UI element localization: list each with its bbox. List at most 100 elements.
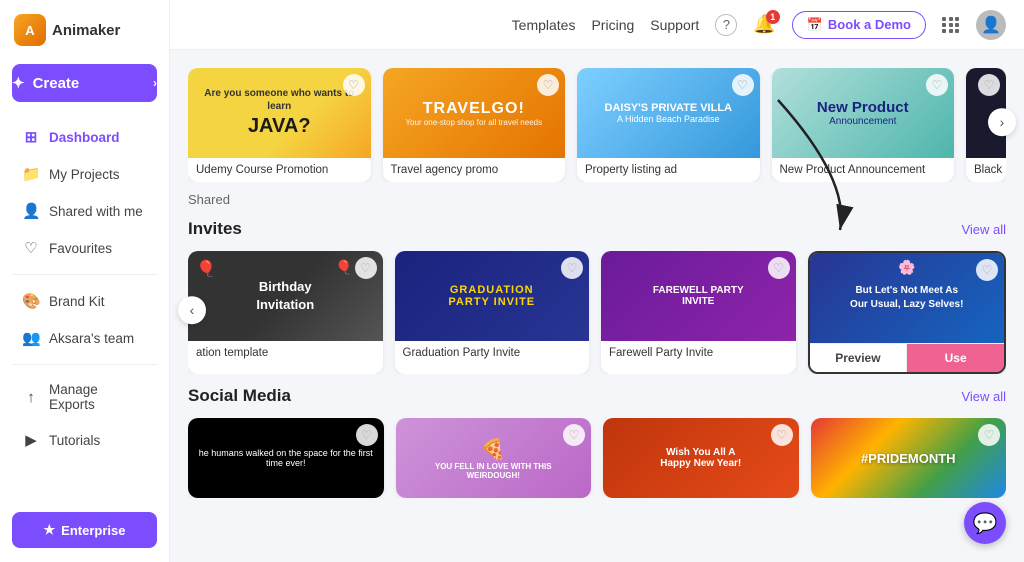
card-thumbnail: FAREWELL PARTYINVITE ♡ <box>601 251 796 341</box>
card-overlay-text: #PRIDEMONTH <box>811 418 1007 498</box>
heart-icon: ♡ <box>22 239 40 257</box>
shared-text: Shared <box>188 192 230 207</box>
chat-widget[interactable]: 💬 <box>964 502 1006 544</box>
favourite-icon[interactable]: ♡ <box>978 424 1000 446</box>
social-media-title: Social Media <box>188 386 291 406</box>
card-overlay-text: But Let's Not Meet AsOur Usual, Lazy Sel… <box>810 253 1005 343</box>
play-icon: ▶ <box>22 431 40 449</box>
sidebar-item-label: Manage Exports <box>49 382 147 412</box>
card-meetup[interactable]: But Let's Not Meet AsOur Usual, Lazy Sel… <box>808 251 1007 374</box>
social-media-view-all[interactable]: View all <box>961 389 1006 404</box>
top-templates-cards: Are you someone who wants to learnJAVA? … <box>188 68 1006 182</box>
invites-cards: BirthdayInvitation 🎈 🎈 ♡ ation template … <box>188 251 1006 374</box>
card-birthday[interactable]: BirthdayInvitation 🎈 🎈 ♡ ation template <box>188 251 383 374</box>
sidebar-item-my-projects[interactable]: 📁 My Projects <box>6 156 163 192</box>
card-label: New Product Announcement <box>772 158 955 182</box>
card-overlay-text: he humans walked on the space for the fi… <box>188 418 384 498</box>
card-pizza[interactable]: 🍕 YOU FELL IN LOVE WITH THISWEIRDOUGH! ♡ <box>396 418 592 498</box>
prev-button[interactable]: ‹ <box>178 296 206 324</box>
card-overlay-text: Wish You All AHappy New Year! <box>603 418 799 498</box>
card-graduation[interactable]: GRADUATIONPARTY INVITE ♡ Graduation Part… <box>395 251 590 374</box>
use-button[interactable]: Use <box>907 344 1004 372</box>
favourite-icon[interactable]: ♡ <box>978 74 1000 96</box>
card-overlay-text: 🍕 YOU FELL IN LOVE WITH THISWEIRDOUGH! <box>396 418 592 498</box>
team-icon: 👥 <box>22 329 40 347</box>
card-label: Graduation Party Invite <box>395 341 590 365</box>
card-overlay-text: GRADUATIONPARTY INVITE <box>395 251 590 341</box>
card-thumbnail: he humans walked on the space for the fi… <box>188 418 384 498</box>
card-thumbnail: Are you someone who wants to learnJAVA? … <box>188 68 371 158</box>
sidebar-item-shared-with-me[interactable]: 👤 Shared with me <box>6 193 163 229</box>
favourite-icon[interactable]: ♡ <box>768 257 790 279</box>
avatar[interactable]: 👤 <box>976 10 1006 40</box>
pricing-link[interactable]: Pricing <box>591 17 634 33</box>
card-property[interactable]: DAISY'S PRIVATE VILLA A Hidden Beach Par… <box>577 68 760 182</box>
card-thumbnail: TRAVELGO! Your one-stop shop for all tra… <box>383 68 566 158</box>
card-lanterns[interactable]: Wish You All AHappy New Year! ♡ <box>603 418 799 498</box>
favourite-icon[interactable]: ♡ <box>356 424 378 446</box>
card-pride[interactable]: #PRIDEMONTH ♡ <box>811 418 1007 498</box>
favourite-icon[interactable]: ♡ <box>561 257 583 279</box>
book-demo-label: Book a Demo <box>828 17 911 32</box>
card-newproduct[interactable]: New Product Announcement ♡ New Product A… <box>772 68 955 182</box>
social-media-row-wrapper: he humans walked on the space for the fi… <box>188 418 1006 498</box>
sidebar-item-favourites[interactable]: ♡ Favourites <box>6 230 163 266</box>
divider <box>12 274 157 275</box>
sidebar-item-brand-kit[interactable]: 🎨 Brand Kit <box>6 283 163 319</box>
card-thumbnail: GRADUATIONPARTY INVITE ♡ <box>395 251 590 341</box>
favourite-icon[interactable]: ♡ <box>563 424 585 446</box>
create-icon: ✦ <box>12 74 25 92</box>
star-icon: ★ <box>44 522 56 538</box>
card-space[interactable]: he humans walked on the space for the fi… <box>188 418 384 498</box>
invites-view-all[interactable]: View all <box>961 222 1006 237</box>
book-demo-button[interactable]: 📅 Book a Demo <box>792 11 926 39</box>
main-area: Templates Pricing Support ? 🔔 1 📅 Book a… <box>170 0 1024 562</box>
support-link[interactable]: Support <box>650 17 699 33</box>
templates-link[interactable]: Templates <box>512 17 576 33</box>
social-media-section-header: Social Media View all <box>188 386 1006 406</box>
favourite-icon[interactable]: ♡ <box>343 74 365 96</box>
sidebar-item-tutorials[interactable]: ▶ Tutorials <box>6 422 163 458</box>
export-icon: ↑ <box>22 389 40 406</box>
enterprise-button[interactable]: ★ Enterprise <box>12 512 157 548</box>
favourite-icon[interactable]: ♡ <box>926 74 948 96</box>
next-button[interactable]: › <box>988 108 1016 136</box>
create-button[interactable]: ✦ Create › <box>12 64 157 102</box>
sidebar-item-label: Dashboard <box>49 130 120 145</box>
favourite-icon[interactable]: ♡ <box>976 259 998 281</box>
avatar-icon: 👤 <box>981 15 1001 35</box>
card-udemy[interactable]: Are you someone who wants to learnJAVA? … <box>188 68 371 182</box>
card-farewell[interactable]: FAREWELL PARTYINVITE ♡ Farewell Party In… <box>601 251 796 374</box>
shared-section-label: Shared <box>188 190 1006 211</box>
sidebar-item-manage-exports[interactable]: ↑ Manage Exports <box>6 373 163 421</box>
topbar: Templates Pricing Support ? 🔔 1 📅 Book a… <box>170 0 1024 50</box>
sidebar-item-label: Tutorials <box>49 433 100 448</box>
sidebar-item-aksara-team[interactable]: 👥 Aksara's team <box>6 320 163 356</box>
sidebar-item-label: Shared with me <box>49 204 143 219</box>
create-chevron-icon: › <box>153 76 157 90</box>
sidebar-nav: ⊞ Dashboard 📁 My Projects 👤 Shared with … <box>0 118 169 502</box>
enterprise-label: Enterprise <box>61 523 125 538</box>
sidebar-item-label: Brand Kit <box>49 294 105 309</box>
card-thumbnail: New Product Announcement ♡ <box>772 68 955 158</box>
favourite-icon[interactable]: ♡ <box>732 74 754 96</box>
favourite-icon[interactable]: ♡ <box>537 74 559 96</box>
card-travel[interactable]: TRAVELGO! Your one-stop shop for all tra… <box>383 68 566 182</box>
sidebar-item-dashboard[interactable]: ⊞ Dashboard <box>6 119 163 155</box>
favourite-icon[interactable]: ♡ <box>771 424 793 446</box>
favourite-icon[interactable]: ♡ <box>355 257 377 279</box>
card-thumbnail: But Let's Not Meet AsOur Usual, Lazy Sel… <box>810 253 1005 343</box>
invites-row-wrapper: ‹ BirthdayInvitation 🎈 🎈 ♡ ation templat… <box>188 251 1006 374</box>
logo-icon: A <box>14 14 46 46</box>
help-icon[interactable]: ? <box>715 14 737 36</box>
divider <box>12 364 157 365</box>
sidebar-item-label: My Projects <box>49 167 120 182</box>
preview-button[interactable]: Preview <box>810 344 908 372</box>
calendar-icon: 📅 <box>807 17 823 33</box>
card-label: ation template <box>188 341 383 365</box>
apps-grid-icon[interactable] <box>942 17 960 33</box>
create-label: Create <box>33 75 80 92</box>
card-label: Udemy Course Promotion <box>188 158 371 182</box>
invites-title: Invites <box>188 219 242 239</box>
notification-bell[interactable]: 🔔 1 <box>753 14 775 35</box>
